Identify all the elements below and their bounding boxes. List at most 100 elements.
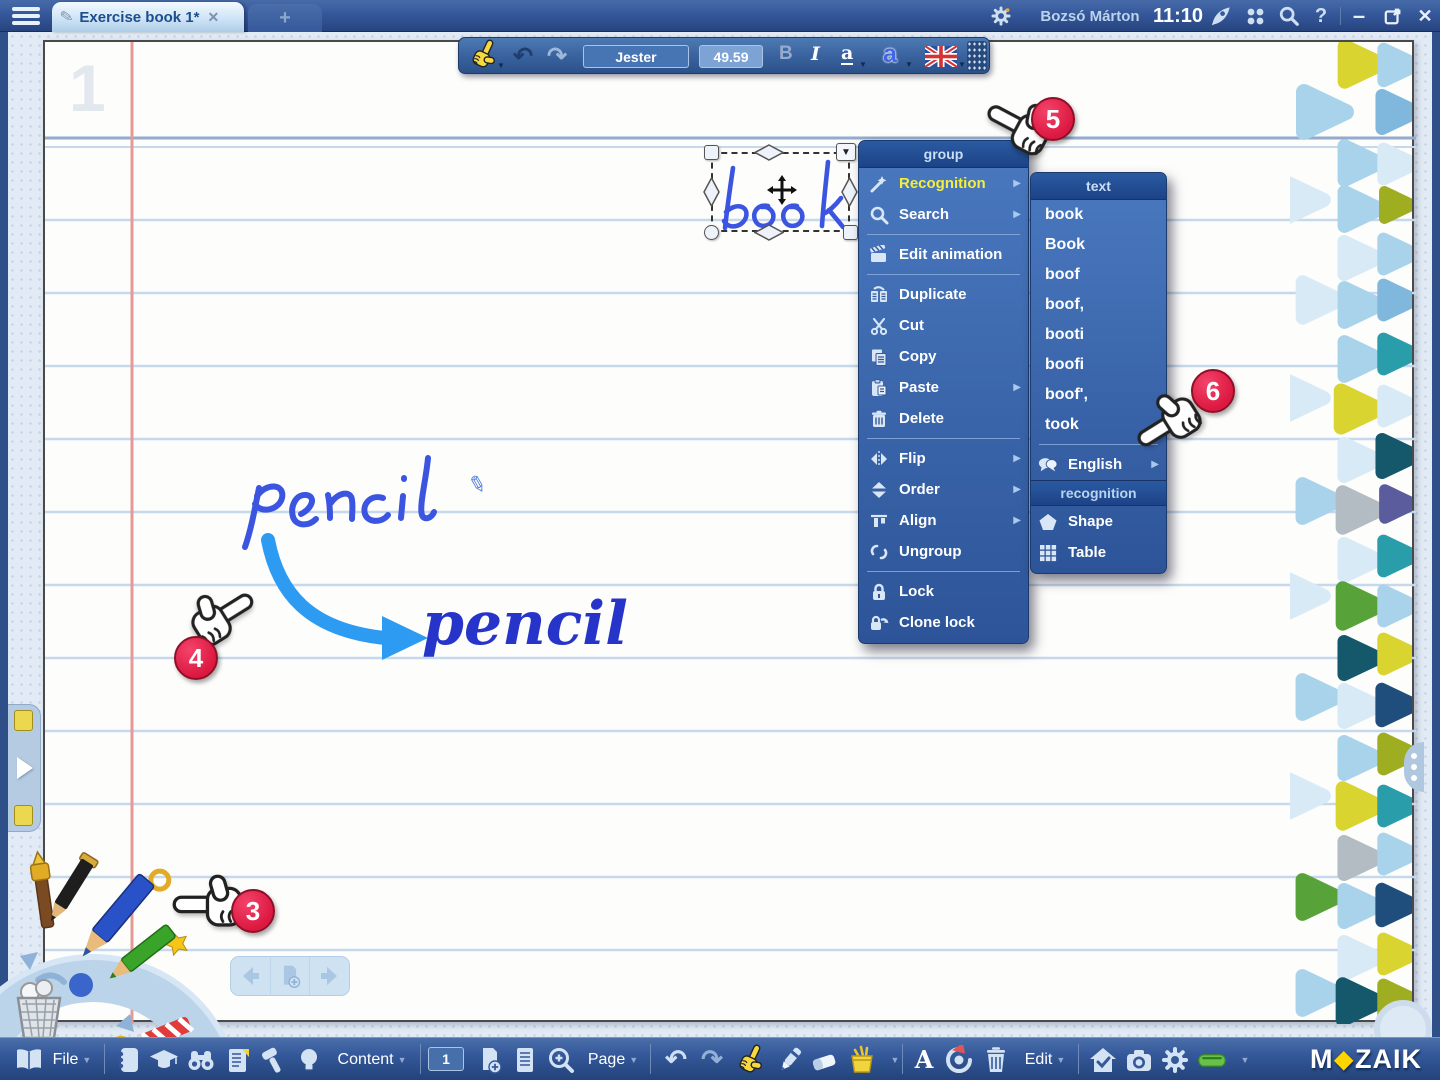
flag-caret-icon[interactable]: ▼	[958, 60, 966, 69]
content-menu[interactable]: Content▼	[330, 1038, 414, 1080]
menu-item-search[interactable]: Search ▶	[859, 199, 1028, 230]
add-page-side-icon[interactable]	[14, 710, 33, 731]
search-icon[interactable]	[1274, 0, 1304, 32]
suggestion-book[interactable]: book	[1031, 200, 1166, 230]
rocket-icon[interactable]	[1206, 0, 1236, 32]
selection-handle-top-left[interactable]	[704, 145, 719, 160]
font-color-caret-icon[interactable]: ▼	[905, 60, 913, 69]
lightbulb-icon[interactable]	[292, 1038, 326, 1080]
menu-divider	[867, 571, 1020, 572]
main-menu-icon[interactable]	[8, 4, 44, 28]
selection-handle-bottom-left[interactable]	[704, 225, 719, 240]
play-side-icon[interactable]	[17, 757, 33, 779]
caret-down-icon: ▼	[82, 1055, 91, 1065]
suggestion-book-cap[interactable]: Book	[1031, 230, 1166, 260]
new-tab-button[interactable]: +	[248, 4, 322, 32]
document-bookmark-icon[interactable]	[220, 1038, 256, 1080]
menu-item-cut[interactable]: Cut	[859, 310, 1028, 341]
menu-item-flip[interactable]: Flip ▶	[859, 443, 1028, 474]
tab-exercise-book[interactable]: ✎ Exercise book 1* ✕	[52, 2, 244, 32]
page-list-icon[interactable]	[508, 1038, 542, 1080]
home-check-icon[interactable]	[1084, 1038, 1122, 1080]
menu-item-clone-lock[interactable]: Clone lock	[859, 607, 1028, 638]
user-name[interactable]: Bozsó Márton	[1030, 0, 1150, 32]
menu-item-align[interactable]: Align ▶	[859, 505, 1028, 536]
trash-tool-icon[interactable]	[978, 1038, 1014, 1080]
menu-item-ungroup[interactable]: Ungroup	[859, 536, 1028, 567]
menu-item-copy[interactable]: Copy	[859, 341, 1028, 372]
menu-item-edit-animation[interactable]: Edit animation	[859, 239, 1028, 270]
side-panel-tab[interactable]	[8, 704, 41, 832]
minimize-button[interactable]: –	[1344, 0, 1374, 32]
menu-item-table[interactable]: Table	[1031, 537, 1166, 568]
menu-item-recognition[interactable]: Recognition ▶	[859, 168, 1028, 199]
settings-tool-icon[interactable]	[1156, 1038, 1194, 1080]
menu-item-duplicate[interactable]: Duplicate	[859, 279, 1028, 310]
selection-handle-mid-left[interactable]	[703, 177, 720, 207]
zoom-icon[interactable]	[542, 1038, 580, 1080]
page-menu[interactable]: Page▼	[580, 1038, 646, 1080]
restore-window-button[interactable]	[1378, 0, 1408, 32]
tab-close-icon[interactable]: ✕	[207, 9, 219, 26]
help-icon[interactable]: ?	[1306, 0, 1336, 32]
language-flag-icon[interactable]	[925, 46, 957, 67]
booklet-icon[interactable]	[110, 1038, 146, 1080]
file-menu[interactable]: File▼	[50, 1038, 94, 1080]
reader-book-icon[interactable]	[10, 1038, 48, 1080]
edit-menu[interactable]: Edit▼	[1014, 1038, 1076, 1080]
next-page-button[interactable]	[310, 957, 349, 995]
page-number-field[interactable]: 1	[428, 1047, 464, 1071]
font-name-field[interactable]: Jester	[583, 45, 689, 68]
rotate-tool-icon[interactable]	[940, 1038, 978, 1080]
binoculars-icon[interactable]	[182, 1038, 220, 1080]
pen-cup-icon[interactable]	[842, 1038, 882, 1080]
redo-icon[interactable]: ↷	[547, 42, 567, 71]
device-caret-icon[interactable]: ▼	[1238, 1038, 1252, 1080]
underline-caret-icon[interactable]: ▼	[859, 60, 867, 69]
apps-grid-icon[interactable]	[1240, 0, 1270, 32]
underline-button[interactable]: a	[841, 43, 853, 65]
menu-item-order[interactable]: Order ▶	[859, 474, 1028, 505]
pen-cup-caret-icon[interactable]: ▼	[888, 1038, 902, 1080]
add-page-icon[interactable]	[472, 1038, 508, 1080]
suggestion-boof[interactable]: boof	[1031, 260, 1166, 290]
toolbar-grip-icon[interactable]	[967, 41, 987, 71]
redo-icon[interactable]: ↷	[694, 1038, 730, 1080]
selection-handle-bottom-center[interactable]	[754, 224, 784, 241]
italic-button[interactable]: I	[811, 43, 820, 65]
text-tool-button[interactable]: A	[908, 1038, 940, 1080]
bold-button[interactable]: B	[779, 43, 793, 65]
undo-icon[interactable]: ↶	[658, 1038, 694, 1080]
triangle-pattern-decoration	[1290, 42, 1412, 1024]
selection-handle-top-center[interactable]	[754, 144, 784, 161]
suggestion-booti[interactable]: booti	[1031, 320, 1166, 350]
camera-icon[interactable]	[1120, 1038, 1158, 1080]
suggestion-boof-comma[interactable]: boof,	[1031, 290, 1166, 320]
previous-page-button[interactable]	[231, 957, 271, 995]
main-toolbar: File▼ Content▼ 1 Page▼ ↶ ↷	[0, 1037, 1440, 1080]
suggestion-boofi[interactable]: boofi	[1031, 350, 1166, 380]
recognized-word[interactable]: pencil	[422, 589, 628, 659]
board-device-icon[interactable]	[1192, 1038, 1232, 1080]
undo-icon[interactable]: ↶	[513, 42, 533, 71]
graduation-cap-icon[interactable]	[146, 1038, 182, 1080]
menu-item-lock[interactable]: Lock	[859, 576, 1028, 607]
menu-item-paste[interactable]: Paste ▶	[859, 372, 1028, 403]
add-page-button[interactable]	[271, 957, 311, 995]
menu-item-delete[interactable]: Delete	[859, 403, 1028, 434]
close-window-button[interactable]: ✕	[1410, 0, 1440, 32]
selection-handle-mid-right[interactable]	[841, 177, 858, 207]
pointer-tool-button[interactable]: ▼	[467, 41, 503, 71]
selection-dropdown-button[interactable]: ▼	[836, 143, 856, 161]
settings-gear-icon[interactable]	[986, 0, 1016, 32]
tools-hammer-icon[interactable]	[256, 1038, 292, 1080]
font-color-button[interactable]: a	[883, 40, 897, 69]
recognition-submenu: text book Book boof boof, booti boofi bo…	[1030, 172, 1167, 574]
selection-handle-bottom-right[interactable]	[843, 225, 858, 240]
hand-tool-icon[interactable]	[732, 1038, 770, 1080]
pen-tool-icon[interactable]	[772, 1038, 808, 1080]
eraser-icon[interactable]	[806, 1038, 842, 1080]
clipboard-side-icon[interactable]	[14, 805, 33, 826]
font-size-field[interactable]: 49.59	[699, 45, 763, 68]
menu-item-shape[interactable]: Shape	[1031, 506, 1166, 537]
